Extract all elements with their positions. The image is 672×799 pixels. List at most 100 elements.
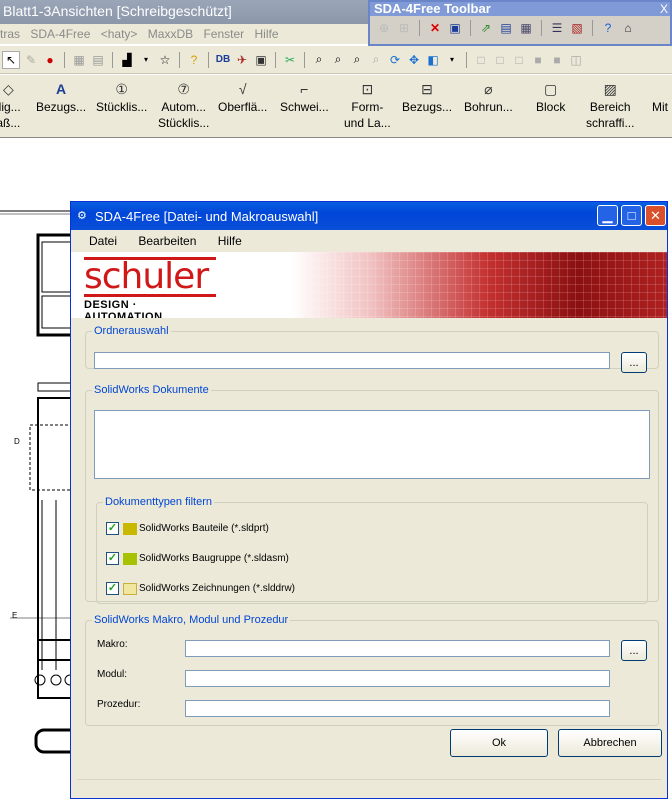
rebuild-icon[interactable]: ✂: [282, 52, 298, 68]
database-icon[interactable]: DB: [215, 52, 231, 68]
shaded-icon[interactable]: ■: [549, 52, 565, 68]
save-icon[interactable]: ▣: [447, 20, 463, 36]
command-label: Bereich: [589, 100, 631, 114]
pan-icon[interactable]: ✥: [406, 52, 422, 68]
select-icon[interactable]: ↖: [2, 50, 20, 69]
separator: [419, 20, 420, 36]
document-properties-icon[interactable]: ▟: [119, 52, 135, 68]
command-label: Bezugs...: [36, 100, 87, 114]
hidden-lines-removed-icon[interactable]: □: [511, 52, 527, 68]
command-datum-feature[interactable]: ⊟ Bezugs...: [402, 81, 452, 115]
dropdown-arrow-icon[interactable]: ▾: [138, 52, 154, 68]
disabled-icon-2[interactable]: ⊞: [396, 20, 412, 36]
menu-sda4free[interactable]: SDA-4Free: [30, 24, 97, 41]
help-icon[interactable]: ?: [600, 20, 616, 36]
filter-parts-label: SolidWorks Bauteile (*.sldprt): [139, 523, 269, 534]
perspective-icon[interactable]: ◫: [568, 52, 584, 68]
filter-assembly-label: SolidWorks Baugruppe (*.sldasm): [139, 553, 289, 564]
close-button[interactable]: ✕: [645, 205, 666, 226]
home-icon[interactable]: ⌂: [620, 20, 636, 36]
command-center[interactable]: Mit: [652, 81, 668, 115]
filter-drawings-label: SolidWorks Zeichnungen (*.slddrw): [139, 583, 295, 594]
surface-finish-icon: √: [238, 81, 247, 97]
menu-fenster[interactable]: Fenster: [203, 24, 251, 41]
star-icon[interactable]: ☆: [157, 52, 173, 68]
zoom-inout-icon[interactable]: ⌕: [349, 52, 365, 68]
auto-balloon-icon: ⑦: [177, 81, 190, 97]
documents-legend: SolidWorks Dokumente: [94, 384, 209, 396]
floating-toolbar-close-button[interactable]: X: [660, 2, 668, 16]
main-toolbar: ↖ ✎ ● ▦ ▤ ▟ ▾ ☆ ? DB ✈ ▣ ✂ ⌕ ⌕ ⌕ ⌕ ⟳ ✥ ◧…: [0, 46, 672, 74]
macro-browse-button[interactable]: ...: [621, 640, 647, 661]
folder-group: Ordnerauswahl ...: [85, 325, 659, 373]
minimize-button[interactable]: ▁: [597, 205, 618, 226]
zoom-selection-icon[interactable]: ⌕: [368, 52, 384, 68]
command-label-2: und La...: [344, 116, 391, 130]
tool-icon[interactable]: ✈: [234, 52, 250, 68]
command-label: Oberflä...: [218, 100, 268, 114]
help-bulb-icon[interactable]: ?: [186, 52, 202, 68]
command-label: Schwei...: [280, 100, 329, 114]
command-balloon[interactable]: ① Stücklis...: [96, 81, 147, 115]
folder-input[interactable]: [94, 352, 610, 369]
command-auto-balloon[interactable]: ⑦ Autom... Stücklis...: [158, 81, 209, 131]
grid-icon[interactable]: ▦: [71, 52, 87, 68]
properties-icon[interactable]: ▧: [569, 20, 585, 36]
filter-parts-checkbox[interactable]: ✓: [106, 522, 119, 535]
separator: [112, 51, 113, 68]
layer-icon[interactable]: ▤: [90, 52, 106, 68]
rotate-icon[interactable]: ⟳: [387, 52, 403, 68]
sketch-icon[interactable]: ✎: [23, 52, 39, 68]
list-icon[interactable]: ☰: [549, 20, 565, 36]
command-geometric-tolerance[interactable]: ⊡ Form-und La...: [344, 81, 391, 131]
assembly-icon: [123, 553, 137, 565]
folder-browse-button[interactable]: ...: [621, 352, 647, 373]
traffic-light-icon[interactable]: ●: [42, 52, 58, 68]
command-annotation[interactable]: A Bezugs...: [36, 81, 86, 115]
save-as-icon[interactable]: ▤: [498, 20, 514, 36]
documents-list[interactable]: [94, 410, 650, 479]
view-orientation-icon[interactable]: ◧: [425, 52, 441, 68]
disabled-icon-1[interactable]: ⊕: [376, 20, 392, 36]
hidden-lines-visible-icon[interactable]: □: [492, 52, 508, 68]
command-weld[interactable]: ⌐ Schwei...: [280, 81, 329, 115]
export-icon[interactable]: ⇗: [478, 20, 494, 36]
procedure-input[interactable]: [185, 700, 610, 717]
separator: [275, 51, 276, 68]
command-hole-callout[interactable]: ⌀ Bohrun...: [464, 81, 513, 115]
macro-input[interactable]: [185, 640, 610, 657]
menu-bearbeiten[interactable]: Bearbeiten: [138, 234, 196, 248]
command-area-hatch[interactable]: ▨ Bereich schraffi...: [586, 81, 634, 131]
separator: [466, 51, 467, 68]
menu-extras[interactable]: tras: [0, 24, 27, 41]
delete-icon[interactable]: ✕: [427, 20, 443, 36]
maximize-button[interactable]: □: [621, 205, 642, 226]
table-icon[interactable]: ▦: [518, 20, 534, 36]
cancel-button[interactable]: Abbrechen: [558, 729, 662, 757]
menu-dialog-hilfe[interactable]: Hilfe: [218, 234, 242, 248]
menu-hilfe[interactable]: Hilfe: [255, 24, 286, 41]
shaded-edges-icon[interactable]: ■: [530, 52, 546, 68]
zoom-area-icon[interactable]: ⌕: [330, 52, 346, 68]
command-dimension[interactable]: ◇ llig... aß...: [0, 81, 21, 131]
module-input[interactable]: [185, 670, 610, 687]
filter-drawings-checkbox[interactable]: ✓: [106, 582, 119, 595]
separator: [64, 51, 65, 68]
menu-haty[interactable]: <haty>: [101, 24, 145, 41]
command-surface-finish[interactable]: √ Oberflä...: [218, 81, 267, 115]
command-label: Bohrun...: [464, 100, 513, 114]
save-drive-icon[interactable]: ▣: [253, 52, 269, 68]
separator: [592, 20, 593, 36]
procedure-label: Prozedur:: [97, 699, 141, 710]
command-label-2: schraffi...: [586, 116, 635, 130]
filter-assembly-checkbox[interactable]: ✓: [106, 552, 119, 565]
zoom-fit-icon[interactable]: ⌕: [311, 52, 327, 68]
ok-button[interactable]: Ok: [450, 729, 548, 757]
separator: [541, 20, 542, 36]
dropdown-arrow-icon[interactable]: ▾: [444, 52, 460, 68]
menu-maxxdb[interactable]: MaxxDB: [148, 24, 200, 41]
annotation-icon: A: [55, 81, 67, 97]
wireframe-icon[interactable]: □: [473, 52, 489, 68]
command-block[interactable]: ▢ Block: [536, 81, 565, 115]
menu-datei[interactable]: Datei: [89, 234, 117, 248]
